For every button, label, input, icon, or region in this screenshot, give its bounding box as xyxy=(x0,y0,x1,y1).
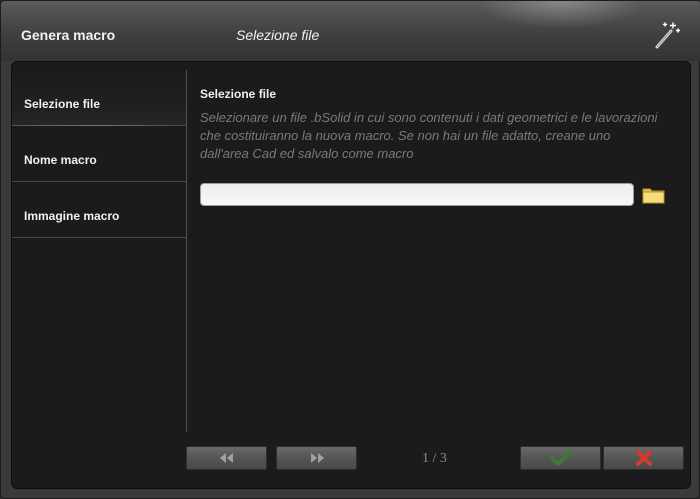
sidebar-item-label: Immagine macro xyxy=(24,209,120,223)
page-indicator: 1 / 3 xyxy=(422,451,447,466)
step-title: Selezione file xyxy=(236,27,320,43)
double-right-arrow-icon xyxy=(310,453,324,463)
cancel-button[interactable] xyxy=(603,446,684,470)
file-path-input[interactable] xyxy=(200,183,634,206)
panel-title: Selezione file xyxy=(200,87,277,101)
double-left-arrow-icon xyxy=(219,453,233,463)
sidebar-item-label: Nome macro xyxy=(24,153,97,167)
close-x-icon xyxy=(635,450,652,466)
sidebar-item-label: Selezione file xyxy=(24,97,101,111)
magic-wand-icon xyxy=(655,22,681,49)
title-bar: Genera macro Selezione file xyxy=(1,1,700,61)
sidebar-divider xyxy=(186,70,187,432)
sidebar-item-selezione-file[interactable]: Selezione file xyxy=(12,70,186,126)
panel-description: Selezionare un file .bSolid in cui sono … xyxy=(200,110,658,161)
wizard-steps-sidebar: Selezione file Nome macro Immagine macro xyxy=(12,70,186,238)
check-icon xyxy=(549,450,572,466)
next-button[interactable] xyxy=(276,446,357,470)
folder-icon[interactable] xyxy=(640,183,668,207)
genera-macro-dialog: Genera macro Selezione file Selezione fi… xyxy=(0,0,700,499)
content-area: Selezione file Nome macro Immagine macro… xyxy=(11,61,691,489)
sidebar-item-nome-macro[interactable]: Nome macro xyxy=(12,126,186,182)
sidebar-item-immagine-macro[interactable]: Immagine macro xyxy=(12,182,186,238)
dialog-title: Genera macro xyxy=(21,27,116,43)
confirm-button[interactable] xyxy=(520,446,601,470)
previous-button[interactable] xyxy=(186,446,267,470)
